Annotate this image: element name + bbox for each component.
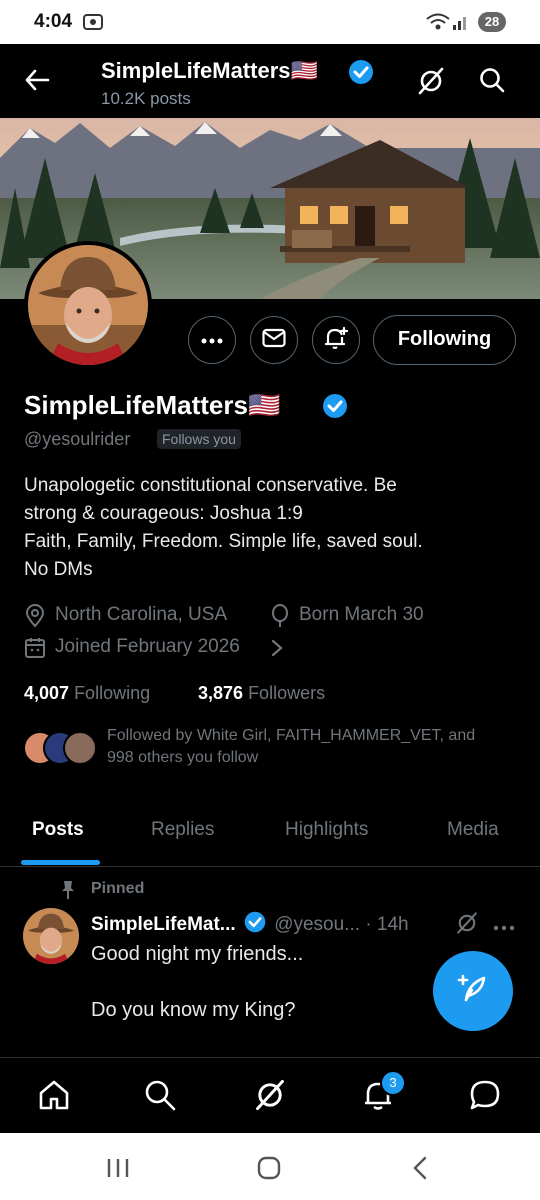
back-arrow-icon[interactable] (24, 68, 50, 97)
grok-icon[interactable] (416, 66, 446, 101)
chevron-right-icon[interactable] (270, 638, 284, 663)
post-header: SimpleLifeMat... @yesou... · 14h (91, 910, 409, 940)
status-bar: 4:04 28 (0, 0, 540, 44)
profile-birthday: Born March 30 (299, 604, 424, 625)
followed-by-text[interactable]: Followed by White Girl, FAITH_HAMMER_VET… (107, 725, 527, 769)
search-icon[interactable] (478, 66, 506, 99)
recent-apps-icon[interactable] (106, 1157, 130, 1184)
screen-record-icon (82, 12, 104, 37)
followers-count-link[interactable]: 3,876 Followers (198, 683, 325, 704)
calendar-icon (24, 636, 46, 665)
followed-by-line: 998 others you follow (107, 749, 259, 766)
profile-bio: Unapologetic constitutional conservative… (24, 472, 504, 584)
feather-plus-icon (456, 972, 490, 1011)
pin-icon (60, 880, 76, 905)
followed-by-avatars[interactable] (23, 731, 97, 765)
bell-plus-icon (323, 325, 349, 356)
follower-avatar (63, 731, 97, 765)
profile-joined-date[interactable]: Joined February 2026 (55, 636, 240, 658)
grok-icon[interactable] (253, 1078, 287, 1117)
following-label: Following (74, 683, 151, 703)
following-count: 4,007 (24, 683, 70, 703)
tab-highlights[interactable]: Highlights (285, 819, 368, 841)
back-button-icon[interactable] (410, 1155, 430, 1186)
birthday-balloon-icon (269, 604, 291, 633)
notify-subscribe-button[interactable] (312, 316, 360, 364)
search-icon[interactable] (143, 1078, 177, 1117)
signal-icon (452, 12, 470, 37)
wifi-icon (425, 12, 451, 37)
profile-tabs: Posts Replies Highlights Media (0, 810, 540, 867)
followers-count: 3,876 (198, 683, 244, 703)
message-button[interactable] (250, 316, 298, 364)
more-options-button[interactable] (188, 316, 236, 364)
grok-icon[interactable] (455, 911, 479, 940)
bottom-navigation: 3 (0, 1057, 540, 1134)
post-author-name[interactable]: SimpleLifeMat... (91, 914, 236, 935)
verified-badge-icon (243, 910, 267, 940)
bio-line: No DMs (24, 559, 93, 580)
post-timestamp[interactable]: · 14h (365, 914, 408, 935)
profile-location: North Carolina, USA (55, 604, 228, 625)
following-count-link[interactable]: 4,007 Following (24, 683, 150, 704)
messages-icon[interactable] (468, 1078, 502, 1117)
home-button-icon[interactable] (256, 1155, 282, 1186)
bio-line: Unapologetic constitutional conservative… (24, 475, 397, 496)
more-horizontal-icon (201, 331, 223, 349)
status-time: 4:04 (34, 11, 73, 32)
tab-posts[interactable]: Posts (32, 819, 84, 841)
following-button[interactable]: Following (373, 315, 516, 365)
profile-display-name: SimpleLifeMatters🇺🇸 (24, 390, 281, 420)
profile-header: SimpleLifeMatters🇺🇸 10.2K posts (0, 44, 540, 118)
bio-line: Faith, Family, Freedom. Simple life, sav… (24, 531, 423, 552)
profile-handle: @yesoulrider (24, 429, 131, 449)
post-author-avatar[interactable] (23, 908, 79, 964)
verified-badge-icon (347, 58, 375, 91)
tab-media[interactable]: Media (447, 819, 499, 841)
compose-post-button[interactable] (433, 951, 513, 1031)
followers-label: Followers (248, 683, 326, 703)
post-more-icon[interactable] (493, 918, 515, 936)
battery-indicator: 28 (478, 12, 506, 32)
pinned-label: Pinned (91, 880, 145, 897)
location-pin-icon (24, 604, 46, 633)
active-tab-indicator (21, 860, 100, 865)
notification-count-badge: 3 (380, 1070, 406, 1096)
post-author-handle[interactable]: @yesou... (274, 914, 360, 935)
home-icon[interactable] (37, 1078, 71, 1117)
envelope-icon (262, 328, 286, 353)
follows-you-badge: Follows you (157, 429, 241, 449)
tab-replies[interactable]: Replies (151, 819, 214, 841)
header-title: SimpleLifeMatters🇺🇸 (101, 58, 318, 83)
profile-avatar[interactable] (24, 241, 152, 369)
verified-badge-icon (321, 392, 349, 425)
system-navigation-bar (0, 1133, 540, 1200)
followed-by-line: Followed by White Girl, FAITH_HAMMER_VET… (107, 727, 476, 744)
bio-line: strong & courageous: Joshua 1:9 (24, 503, 303, 524)
header-posts-count: 10.2K posts (101, 89, 191, 108)
